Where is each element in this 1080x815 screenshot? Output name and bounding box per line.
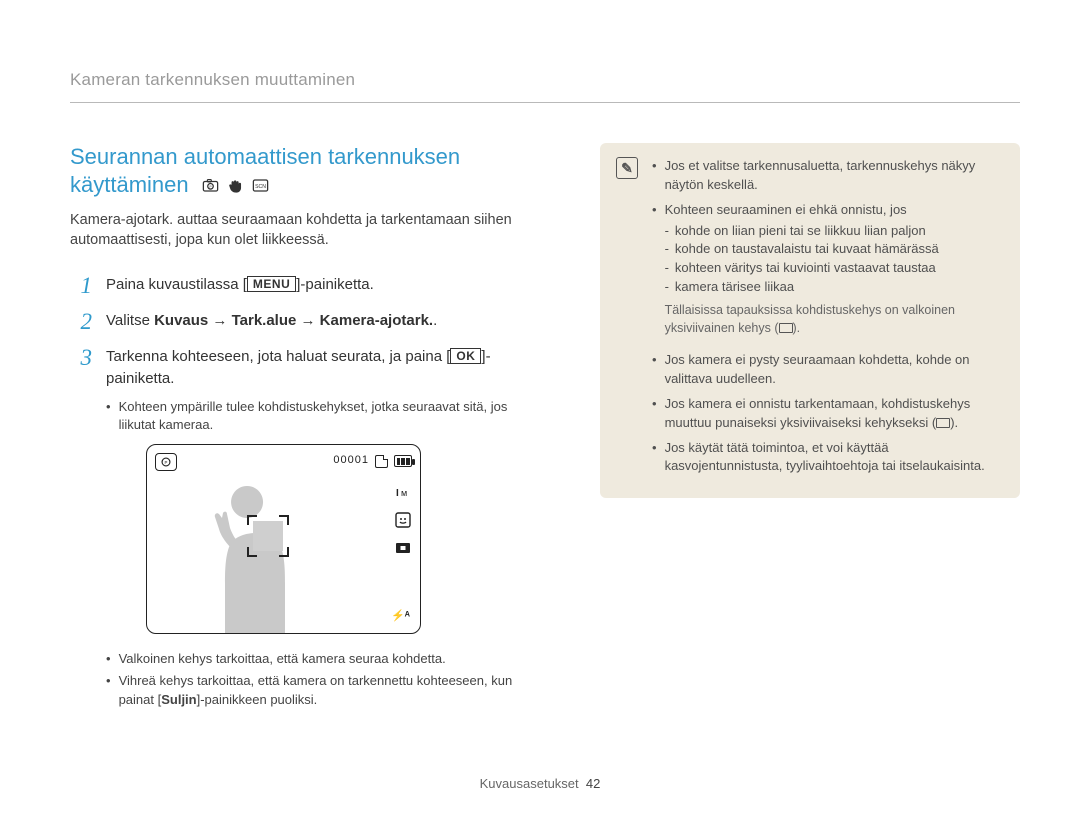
camera-mode-icon: P: [201, 174, 220, 202]
sd-card-icon: [375, 455, 388, 468]
step-number: 1: [70, 274, 92, 298]
info-bullet: Jos kamera ei pysty seuraamaan kohdetta,…: [652, 351, 1004, 389]
sub-bullet: Kohteen ympärille tulee kohdistuskehykse…: [106, 398, 540, 434]
tracking-focus-frame: [247, 515, 289, 557]
camera-display-figure: P 00001 Iм: [146, 444, 421, 634]
left-column: Seurannan automaattisen tarkennuksen käy…: [70, 143, 540, 731]
info-bullet: Jos et valitse tarkennusaluetta, tarkenn…: [652, 157, 1004, 195]
step-number: 2: [70, 310, 92, 334]
sub-bullet-text: Kohteen ympärille tulee kohdistuskehykse…: [119, 398, 540, 434]
page-number: 42: [586, 776, 600, 791]
svg-text:SCN: SCN: [255, 183, 266, 189]
step-3: 3 Tarkenna kohteeseen, jota haluat seura…: [70, 346, 540, 718]
step2-text-b: .: [433, 312, 437, 329]
step1-text-b: ]-painiketta.: [296, 276, 374, 293]
bullet-text: Vihreä kehys tarkoittaa, että kamera on …: [119, 672, 540, 708]
menu-key-label: MENU: [247, 276, 296, 292]
right-column: ✎ Jos et valitse tarkennusaluetta, tarke…: [600, 143, 1020, 731]
step3-text-a: Tarkenna kohteeseen, jota haluat seurata…: [106, 348, 450, 365]
info-bullet-lead: Kohteen seuraaminen ei ehkä onnistu, jos: [665, 202, 907, 217]
shot-counter: 00001: [333, 453, 369, 469]
resolution-icon: Iм: [394, 483, 412, 501]
red-frame-icon: [936, 418, 950, 428]
note-icon: ✎: [616, 157, 640, 482]
page-header: Kameran tarkennuksen muuttaminen: [70, 70, 1020, 103]
svg-text:P: P: [209, 184, 211, 188]
info-bullet: Kohteen seuraaminen ei ehkä onnistu, jos…: [652, 201, 1004, 345]
info-note-line: Tällaisissa tapauksissa kohdistuskehys o…: [665, 301, 1004, 337]
camera-side-icons: Iм: [394, 483, 412, 557]
section-intro: Kamera-ajotark. auttaa seuraamaan kohdet…: [70, 211, 540, 250]
info-sub-item: kohde on liian pieni tai se liikkuu liia…: [665, 222, 1004, 241]
step-body: Tarkenna kohteeseen, jota haluat seurata…: [106, 346, 540, 718]
step-1: 1 Paina kuvaustilassa [MENU]-painiketta.: [70, 274, 540, 298]
battery-icon: [394, 455, 412, 467]
scene-mode-icon: SCN: [251, 174, 270, 202]
svg-text:P: P: [165, 460, 168, 465]
info-note-box: ✎ Jos et valitse tarkennusaluetta, tarke…: [600, 143, 1020, 498]
step-body: Valitse Kuvaus → Tark.alue → Kamera-ajot…: [106, 310, 540, 332]
camera-mode-indicator-icon: P: [155, 453, 177, 471]
page-footer: Kuvausasetukset 42: [0, 776, 1080, 791]
step2-text-a: Valitse: [106, 312, 154, 329]
step2-bold: Kuvaus → Tark.alue → Kamera-ajotark.: [154, 312, 433, 329]
svg-text:I: I: [396, 488, 399, 499]
svg-text:м: м: [401, 488, 407, 498]
step1-text-a: Paina kuvaustilassa [: [106, 276, 247, 293]
flash-auto-icon: ⚡ᴬ: [391, 609, 410, 625]
mode-icons-group: P SCN: [201, 174, 270, 202]
section-title: Seurannan automaattisen tarkennuksen käy…: [70, 143, 540, 201]
metering-icon: [394, 539, 412, 557]
info-sub-item: kohteen väritys tai kuviointi vastaavat …: [665, 259, 1004, 278]
after-display-bullet: Vihreä kehys tarkoittaa, että kamera on …: [106, 672, 540, 708]
camera-status-bar: 00001: [333, 453, 412, 469]
person-silhouette: [177, 483, 327, 633]
info-sub-item: kohde on taustavalaistu tai kuvaat hämär…: [665, 240, 1004, 259]
after-display-bullet: Valkoinen kehys tarkoittaa, että kamera …: [106, 650, 540, 668]
info-bullet: Jos kamera ei onnistu tarkentamaan, kohd…: [652, 395, 1004, 433]
white-frame-icon: [779, 323, 793, 333]
face-detect-icon: [394, 511, 412, 529]
ok-key-label: OK: [450, 348, 481, 364]
step-number: 3: [70, 346, 92, 370]
step-2: 2 Valitse Kuvaus → Tark.alue → Kamera-aj…: [70, 310, 540, 334]
hand-mode-icon: [226, 174, 245, 202]
footer-section: Kuvausasetukset: [480, 776, 579, 791]
step-body: Paina kuvaustilassa [MENU]-painiketta.: [106, 274, 540, 296]
info-bullet: Jos käytät tätä toimintoa, et voi käyttä…: [652, 439, 1004, 477]
info-sub-item: kamera tärisee liikaa: [665, 278, 1004, 297]
bullet-text: Valkoinen kehys tarkoittaa, että kamera …: [119, 650, 446, 668]
